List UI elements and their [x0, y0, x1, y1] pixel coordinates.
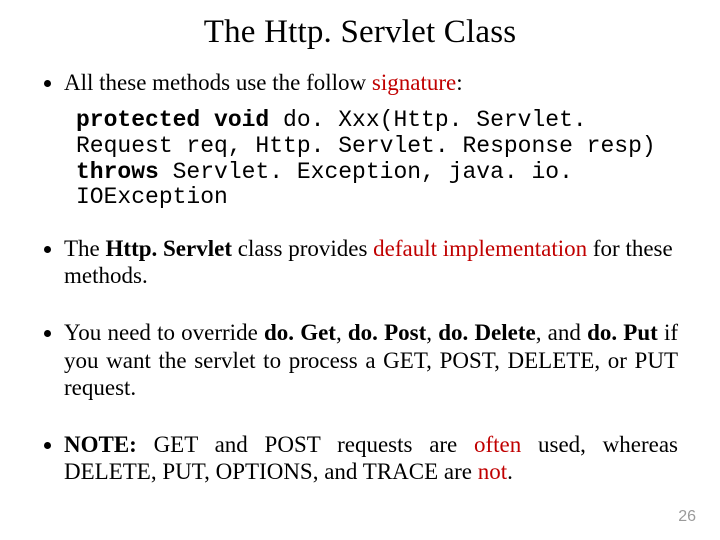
text-bold: do. Post: [348, 320, 426, 345]
text-red: default implementation: [373, 236, 587, 261]
bullet-default-impl: The Http. Servlet class provides default…: [64, 235, 678, 289]
bullet-list: All these methods use the follow signatu…: [42, 69, 678, 96]
text-bold: NOTE:: [64, 432, 137, 457]
text: .: [507, 459, 513, 484]
text: ,: [426, 320, 438, 345]
bullet-signature: All these methods use the follow signatu…: [64, 69, 678, 96]
text: ,: [336, 320, 348, 345]
slide: The Http. Servlet Class All these method…: [0, 0, 720, 540]
text: :: [456, 70, 462, 95]
page-number: 26: [678, 508, 696, 526]
text: GET and POST requests are: [137, 432, 474, 457]
text-bold: do. Put: [587, 320, 658, 345]
code-keyword: protected void: [76, 107, 269, 133]
code-keyword: throws: [76, 159, 159, 185]
text-red: signature: [372, 70, 456, 95]
text-red: often: [474, 432, 521, 457]
bullet-override: You need to override do. Get, do. Post , …: [64, 319, 678, 400]
text: , and: [536, 320, 587, 345]
text-bold: Http. Servlet: [106, 236, 232, 261]
text: The: [64, 236, 106, 261]
text-red: not: [478, 459, 507, 484]
bullet-list-2: The Http. Servlet class provides default…: [42, 235, 678, 485]
text: You need to override: [64, 320, 264, 345]
text-bold: do. Get: [264, 320, 336, 345]
text: class provides: [232, 236, 373, 261]
bullet-note: NOTE: GET and POST requests are often us…: [64, 431, 678, 485]
text: All these methods use the follow: [64, 70, 372, 95]
text-bold: do. Delete: [438, 320, 536, 345]
slide-title: The Http. Servlet Class: [42, 14, 678, 51]
code-block: protected void do. Xxx(Http. Servlet. Re…: [76, 108, 678, 211]
